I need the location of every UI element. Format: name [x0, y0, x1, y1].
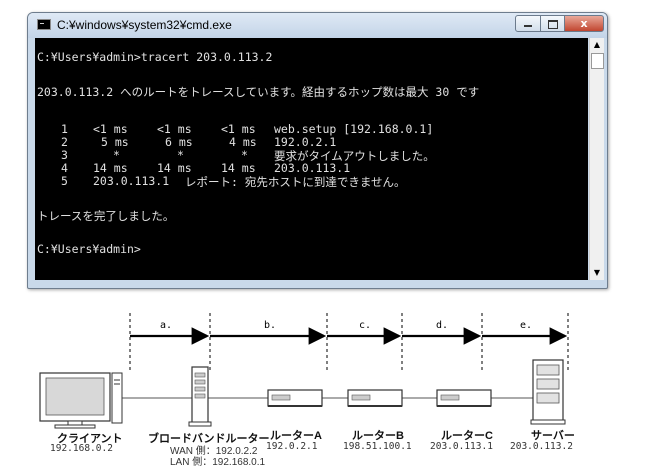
- router-b-icon: [347, 389, 403, 407]
- segment-boundaries: [129, 313, 569, 372]
- router-a-ip: 192.0.2.1: [266, 441, 318, 452]
- router-c-icon: [436, 389, 492, 407]
- server-ip: 203.0.113.2: [510, 441, 573, 452]
- broadband-router-lan: LAN 側：192.168.0.1: [170, 457, 266, 468]
- router-c-ip: 203.0.113.1: [430, 441, 493, 452]
- segment-label-e: e.: [520, 320, 533, 331]
- segment-label-d: d.: [436, 320, 449, 331]
- server-icon: [530, 359, 566, 425]
- segment-label-c: c.: [359, 320, 372, 331]
- network-path-diagram: [39, 313, 569, 429]
- pc-icon: [39, 372, 123, 429]
- router-b-ip: 198.51.100.1: [343, 441, 412, 452]
- router-a-icon: [267, 389, 323, 407]
- broadband-router-icon: [188, 366, 212, 427]
- segment-label-a: a.: [160, 320, 173, 331]
- client-ip: 192.168.0.2: [50, 443, 113, 454]
- segment-label-b: b.: [264, 320, 277, 331]
